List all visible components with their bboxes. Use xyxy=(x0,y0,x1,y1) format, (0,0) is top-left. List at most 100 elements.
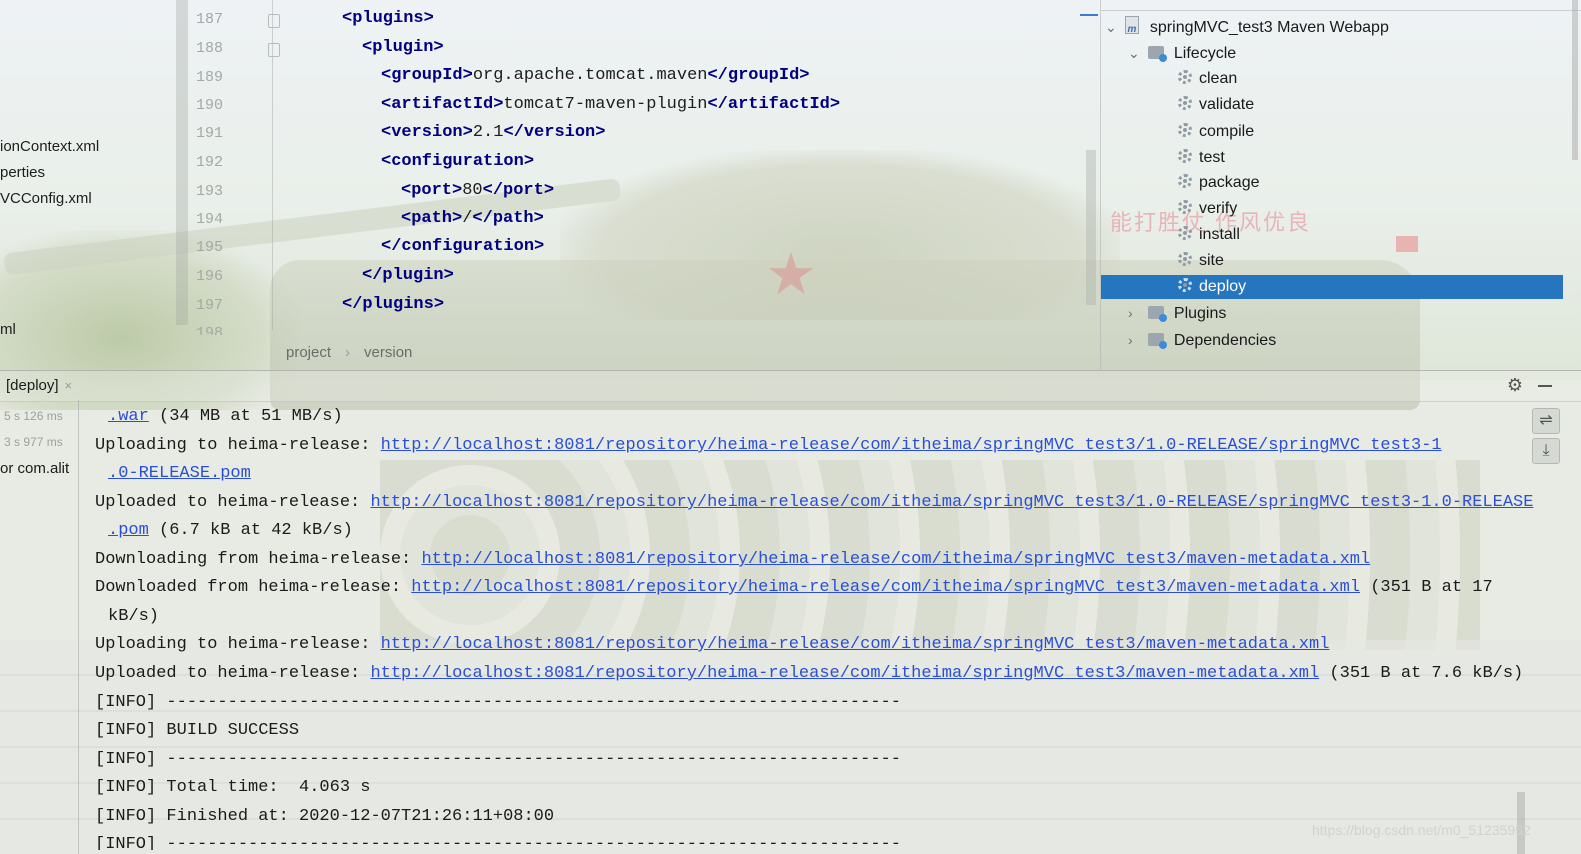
code-line: <version>2.1</version> xyxy=(381,123,606,142)
tree-item[interactable]: perties xyxy=(0,164,45,181)
breadcrumb-version[interactable]: version xyxy=(364,344,412,361)
run-task-tree: 5 s 126 ms 3 s 977 ms or com.alit xyxy=(0,400,79,854)
tree-item[interactable]: VCConfig.xml xyxy=(0,190,92,207)
close-icon[interactable]: × xyxy=(65,378,73,393)
goal-gear-icon xyxy=(1178,96,1192,110)
console-line: [INFO] ---------------------------------… xyxy=(95,750,901,769)
breadcrumb-separator-icon: › xyxy=(345,344,351,361)
goal-deploy[interactable]: deploy xyxy=(1178,275,1246,299)
lifecycle-folder-icon xyxy=(1148,46,1168,62)
console-line: [INFO] ---------------------------------… xyxy=(95,835,901,850)
chevron-down-icon[interactable]: ⌄ xyxy=(1105,15,1121,39)
run-tab-label: [deploy] xyxy=(6,377,59,394)
goal-install[interactable]: install xyxy=(1178,223,1240,247)
line-number: 193 xyxy=(196,183,224,200)
lifecycle-label: Lifecycle xyxy=(1173,45,1237,62)
console-link[interactable]: .pom xyxy=(108,521,149,540)
task-item[interactable]: or com.alit xyxy=(0,460,69,477)
console-link[interactable]: http://localhost:8081/repository/heima-r… xyxy=(381,436,1442,455)
goal-gear-icon xyxy=(1178,70,1192,84)
console-line: Uploading to heima-release: http://local… xyxy=(95,635,1330,654)
console-line: .pom (6.7 kB at 42 kB/s) xyxy=(108,521,353,540)
goal-gear-icon xyxy=(1178,174,1192,188)
soft-wrap-icon[interactable]: ⇌ xyxy=(1532,408,1560,434)
goal-validate[interactable]: validate xyxy=(1178,93,1254,117)
console-line: .war (34 MB at 51 MB/s) xyxy=(108,407,343,426)
console-line: Uploading to heima-release: http://local… xyxy=(95,436,1442,455)
project-tree-scrollbar[interactable] xyxy=(176,0,188,325)
goal-gear-icon xyxy=(1178,278,1192,292)
line-number: 195 xyxy=(196,239,224,256)
console-link[interactable]: .0-RELEASE.pom xyxy=(108,464,251,483)
console-line: [INFO] Total time: 4.063 s xyxy=(95,778,371,797)
line-number: 187 xyxy=(196,11,224,28)
task-duration: 3 s 977 ms xyxy=(4,435,63,449)
project-tree: ionContext.xml perties VCConfig.xml ml xyxy=(0,0,188,370)
lifecycle-node[interactable]: ⌄ Lifecycle xyxy=(1128,41,1236,65)
goal-verify[interactable]: verify xyxy=(1178,197,1237,221)
task-duration: 5 s 126 ms xyxy=(4,409,63,423)
dependencies-label: Dependencies xyxy=(1173,332,1277,349)
code-line: </plugin> xyxy=(362,266,454,285)
watermark: https://blog.csdn.net/m0_51235952 xyxy=(1312,822,1531,838)
goal-gear-icon xyxy=(1178,252,1192,266)
goal-site[interactable]: site xyxy=(1178,249,1224,273)
goal-clean[interactable]: clean xyxy=(1178,67,1237,91)
console-line: Downloading from heima-release: http://l… xyxy=(95,550,1371,569)
console-link[interactable]: http://localhost:8081/repository/heima-r… xyxy=(370,664,1319,683)
breadcrumb: project › version xyxy=(286,344,426,361)
console-line: [INFO] Finished at: 2020-12-07T21:26:11+… xyxy=(95,807,555,826)
minimize-icon[interactable] xyxy=(1538,385,1552,387)
code-line: </plugins> xyxy=(342,295,445,314)
run-toolbar: [deploy] × ⚙ xyxy=(0,370,1581,402)
maven-project-node[interactable]: ⌄ springMVC_test3 Maven Webapp xyxy=(1105,15,1389,42)
line-number: 192 xyxy=(196,154,224,171)
editor-change-marker xyxy=(1080,14,1098,16)
code-line: <artifactId>tomcat7-maven-plugin</artifa… xyxy=(381,95,841,114)
chevron-right-icon[interactable]: › xyxy=(1128,301,1144,325)
line-number: 198 xyxy=(196,325,224,335)
tree-item[interactable]: ml xyxy=(0,321,16,338)
chevron-down-icon[interactable]: ⌄ xyxy=(1128,41,1144,65)
plugins-folder-icon xyxy=(1148,306,1168,322)
fold-marker-icon[interactable] xyxy=(268,43,280,57)
code-line: <port>80</port> xyxy=(401,181,555,200)
goal-gear-icon xyxy=(1178,149,1192,163)
scroll-to-end-icon[interactable]: ⤓ xyxy=(1532,438,1560,464)
gear-icon[interactable]: ⚙ xyxy=(1505,375,1525,395)
console-line: Uploaded to heima-release: http://localh… xyxy=(95,493,1534,512)
plugins-node[interactable]: › Plugins xyxy=(1128,301,1226,325)
console-link[interactable]: http://localhost:8081/repository/heima-r… xyxy=(381,635,1330,654)
console-link[interactable]: .war xyxy=(108,407,149,426)
goal-gear-icon xyxy=(1178,123,1192,137)
fold-marker-icon[interactable] xyxy=(268,14,280,28)
goal-package[interactable]: package xyxy=(1178,171,1260,195)
editor-scrollbar[interactable] xyxy=(1086,150,1096,305)
line-number: 196 xyxy=(196,268,224,285)
console-line: kB/s) xyxy=(108,607,160,626)
selection-highlight xyxy=(1101,275,1563,299)
maven-scrollbar[interactable] xyxy=(1572,0,1578,160)
dependencies-folder-icon xyxy=(1148,333,1168,349)
goal-gear-icon xyxy=(1178,200,1192,214)
console-line: [INFO] ---------------------------------… xyxy=(95,693,901,712)
console-link[interactable]: http://localhost:8081/repository/heima-r… xyxy=(370,493,1533,512)
maven-toolbar xyxy=(1101,0,1581,11)
goal-test[interactable]: test xyxy=(1178,146,1225,170)
run-tab-deploy[interactable]: [deploy] × xyxy=(0,371,78,401)
console-link[interactable]: http://localhost:8081/repository/heima-r… xyxy=(411,578,1360,597)
dependencies-node[interactable]: › Dependencies xyxy=(1128,328,1276,352)
line-number: 190 xyxy=(196,97,224,114)
wallpaper-star: ★ xyxy=(765,242,817,307)
code-line: </configuration> xyxy=(381,237,545,256)
console-line: .0-RELEASE.pom xyxy=(108,461,251,487)
console-line: [INFO] BUILD SUCCESS xyxy=(95,721,300,740)
console-line: Downloaded from heima-release: http://lo… xyxy=(95,578,1493,597)
line-number: 189 xyxy=(196,69,224,86)
breadcrumb-project[interactable]: project xyxy=(286,344,331,361)
console-link[interactable]: http://localhost:8081/repository/heima-r… xyxy=(421,550,1370,569)
code-line: <plugins> xyxy=(342,9,434,28)
goal-compile[interactable]: compile xyxy=(1178,120,1254,144)
chevron-right-icon[interactable]: › xyxy=(1128,328,1144,352)
tree-item[interactable]: ionContext.xml xyxy=(0,138,99,155)
